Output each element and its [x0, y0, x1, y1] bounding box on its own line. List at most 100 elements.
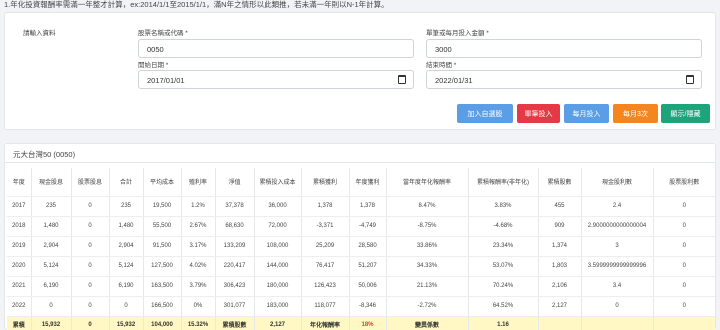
table-cell: 21.13%: [386, 276, 469, 297]
table-cell: 0: [653, 216, 715, 237]
stock-input[interactable]: 0050: [138, 39, 414, 58]
input-form-card: 請輸入資料 股票名稱或代碼 * 0050 單筆或每月投入金額 * 3000 開始…: [4, 12, 716, 130]
table-cell: 25,209: [301, 236, 350, 257]
end-date-input[interactable]: 2022/01/31: [426, 70, 702, 89]
end-date-value: 2022/01/31: [435, 76, 473, 85]
column-header: 現金股息: [31, 168, 72, 197]
table-cell: 2,904: [31, 236, 72, 257]
table-cell: 2,904: [109, 236, 144, 257]
table-cell: -2.72%: [386, 296, 469, 317]
table-body: 2017 235 0 235 19,500 1.2% 37,378 36,000 1,378 1,…: [7, 196, 715, 317]
table-cell: 3.4: [581, 276, 654, 297]
table-cell: 0: [31, 296, 72, 317]
summary-cell: [538, 316, 582, 330]
table-cell: 2.9000000000000004: [581, 216, 654, 237]
table-cell: 6,190: [109, 276, 144, 297]
result-card: 元大台灣50 (0050) 年度 現金股息 股票股息 合計 平均成本 殖利率 淨值 累積投入成…: [4, 143, 716, 330]
column-header: 當年度年化報酬率: [386, 168, 469, 197]
amount-label: 單筆或每月投入金額 *: [426, 30, 489, 37]
column-header: 年度獲利: [349, 168, 387, 197]
calendar-icon[interactable]: [686, 75, 694, 84]
table-row: 2018 1,480 0 1,480 55,500 2.67% 68,630 72,000 -3…: [7, 216, 715, 237]
table-cell: 301,077: [215, 296, 255, 317]
table-cell: 1,378: [349, 196, 387, 217]
table-cell: 3.5999999999999996: [581, 256, 654, 277]
end-date-label: 結束時間 *: [426, 62, 457, 69]
table-cell: 2,106: [538, 276, 582, 297]
table-cell: 1.2%: [181, 196, 216, 217]
table-cell: 34.33%: [386, 256, 469, 277]
table-cell: 1,480: [109, 216, 144, 237]
table-cell: 36,000: [254, 196, 302, 217]
monthly-invest-button[interactable]: 每月投入: [564, 104, 609, 123]
table-cell: 2022: [7, 296, 32, 317]
start-date-input[interactable]: 2017/01/01: [138, 70, 414, 89]
table-cell: 235: [109, 196, 144, 217]
table-cell: 108,000: [254, 236, 302, 257]
table-cell: -4,749: [349, 216, 387, 237]
table-cell: 0: [581, 296, 654, 317]
table-cell: 3: [581, 236, 654, 257]
table-cell: 0: [653, 236, 715, 257]
table-cell: 50,006: [349, 276, 387, 297]
table-cell: 2020: [7, 256, 32, 277]
table-cell: 72,000: [254, 216, 302, 237]
table-cell: 455: [538, 196, 582, 217]
table-cell: 0: [653, 276, 715, 297]
column-header: 股票股利數: [653, 168, 715, 197]
summary-cell: 年化報酬率: [301, 316, 350, 330]
table-cell: 5,124: [109, 256, 144, 277]
summary-cell: 104,000: [143, 316, 182, 330]
table-cell: 133,209: [215, 236, 255, 257]
table-cell: 8.47%: [386, 196, 469, 217]
stock-label: 股票名稱或代碼 *: [138, 30, 188, 37]
column-header: 累積股數: [538, 168, 582, 197]
table-cell: 0: [71, 236, 110, 257]
table-cell: 0: [71, 296, 110, 317]
toggle-display-button[interactable]: 顯示/隱藏: [661, 104, 710, 123]
table-cell: 235: [31, 196, 72, 217]
table-cell: 2,127: [538, 296, 582, 317]
divider: [5, 162, 715, 163]
table-cell: 19,500: [143, 196, 182, 217]
column-header: 淨值: [215, 168, 255, 197]
column-header: 股票股息: [71, 168, 110, 197]
summary-cell: [581, 316, 654, 330]
table-cell: 0: [109, 296, 144, 317]
table-row: 2019 2,904 0 2,904 91,500 3.17% 133,209 108,000…: [7, 236, 715, 257]
summary-cell: 15,932: [31, 316, 72, 330]
summary-cell: [653, 316, 715, 330]
table-cell: 3.83%: [468, 196, 539, 217]
table-cell: 70.24%: [468, 276, 539, 297]
summary-cell: 累積股數: [215, 316, 255, 330]
calendar-icon[interactable]: [398, 75, 406, 84]
table-summary-row: 累積 15,932 0 15,932 104,000 15.32% 累積股數 2,127 年化報…: [7, 316, 715, 330]
table-cell: 0: [71, 276, 110, 297]
monthly-3x-button[interactable]: 每月3次: [613, 104, 658, 123]
table-header-row: 年度 現金股息 股票股息 合計 平均成本 殖利率 淨值 累積投入成本 累積獲利 年度獲利 當年度年化…: [7, 168, 715, 197]
amount-input[interactable]: 3000: [426, 39, 702, 58]
single-invest-button[interactable]: 單筆投入: [517, 104, 560, 123]
table-cell: 37,378: [215, 196, 255, 217]
summary-cell: 2,127: [254, 316, 302, 330]
summary-cell: 1.16: [468, 316, 539, 330]
summary-cell: 15,932: [109, 316, 144, 330]
start-date-value: 2017/01/01: [147, 76, 185, 85]
table-row: 2017 235 0 235 19,500 1.2% 37,378 36,000 1,378 1,…: [7, 196, 715, 217]
column-header: 殖利率: [181, 168, 216, 197]
summary-cell: 15.32%: [181, 316, 216, 330]
column-header: 累積報酬率(非年化): [468, 168, 539, 197]
table-cell: 3.79%: [181, 276, 216, 297]
result-title: 元大台灣50 (0050): [13, 150, 76, 159]
table-row: 2022 0 0 0 166,500 0% 301,077 183,000 118,077 -8,…: [7, 296, 715, 317]
table-cell: -8,346: [349, 296, 387, 317]
summary-cell: 0: [71, 316, 110, 330]
table-cell: 163,500: [143, 276, 182, 297]
table-row: 2021 6,190 0 6,190 163,500 3.79% 306,423 180,00…: [7, 276, 715, 297]
add-watchlist-button[interactable]: 加入自選股: [457, 104, 513, 123]
table-cell: 118,077: [301, 296, 350, 317]
table-cell: 909: [538, 216, 582, 237]
column-header: 合計: [109, 168, 144, 197]
table-cell: 4.02%: [181, 256, 216, 277]
start-date-label: 開始日期 *: [138, 62, 169, 69]
